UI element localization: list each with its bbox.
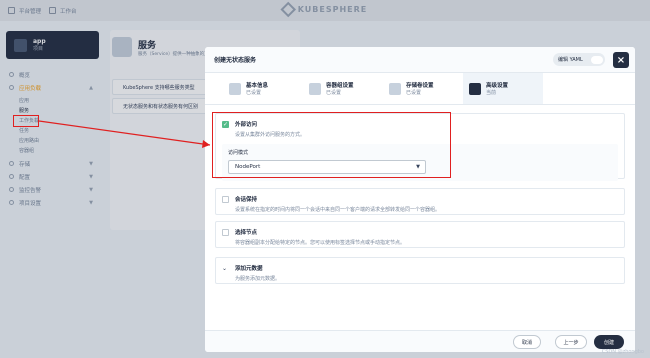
metadata-section[interactable]: ⌄ 添加元数据 为服务添加元数据。 (215, 257, 625, 284)
node-selection-checkbox[interactable] (222, 229, 229, 236)
modal-header: 创建无状态服务 编辑 YAML × (205, 47, 635, 73)
create-service-modal: 创建无状态服务 编辑 YAML × 基本信息 已设置 容器组设置 已设置 存储卷… (205, 47, 635, 352)
watermark: CSDN @zhongbo (601, 349, 644, 355)
chevron-down-icon: ⌄ (222, 265, 228, 272)
session-persistence-section: 会话保持 设置系统在指定的时间内将同一个会话中来自同一个客户端的请求全部转发给同… (215, 188, 625, 215)
volume-icon (389, 82, 401, 95)
wizard-steps: 基本信息 已设置 容器组设置 已设置 存储卷设置 已设置 高级设置 当前 (205, 73, 635, 105)
create-button[interactable]: 创建 (594, 335, 624, 349)
services-highlight-box (13, 115, 39, 127)
close-icon: × (616, 54, 626, 66)
step-basic-info[interactable]: 基本信息 已设置 (223, 73, 303, 104)
info-icon (229, 82, 241, 95)
session-persistence-checkbox[interactable] (222, 196, 229, 203)
cancel-button[interactable]: 取消 (513, 335, 541, 349)
toggle-switch[interactable] (591, 55, 603, 64)
close-button[interactable]: × (613, 52, 629, 68)
previous-button[interactable]: 上一步 (555, 335, 587, 349)
advanced-settings-icon (469, 82, 481, 95)
modal-title: 创建无状态服务 (214, 57, 257, 64)
node-selection-section: 选择节点 将容器组副本分配给特定的节点。您可以使用标签选择节点或手动指定节点。 (215, 221, 625, 248)
step-volume-settings[interactable]: 存储卷设置 已设置 (383, 73, 463, 104)
modal-footer: 取消 上一步 创建 (205, 330, 635, 352)
edit-yaml-toggle[interactable]: 编辑 YAML (553, 53, 605, 66)
container-icon (309, 82, 321, 95)
external-access-highlight-box (212, 112, 451, 178)
step-container-settings[interactable]: 容器组设置 已设置 (303, 73, 383, 104)
step-advanced-settings[interactable]: 高级设置 当前 (463, 73, 543, 104)
